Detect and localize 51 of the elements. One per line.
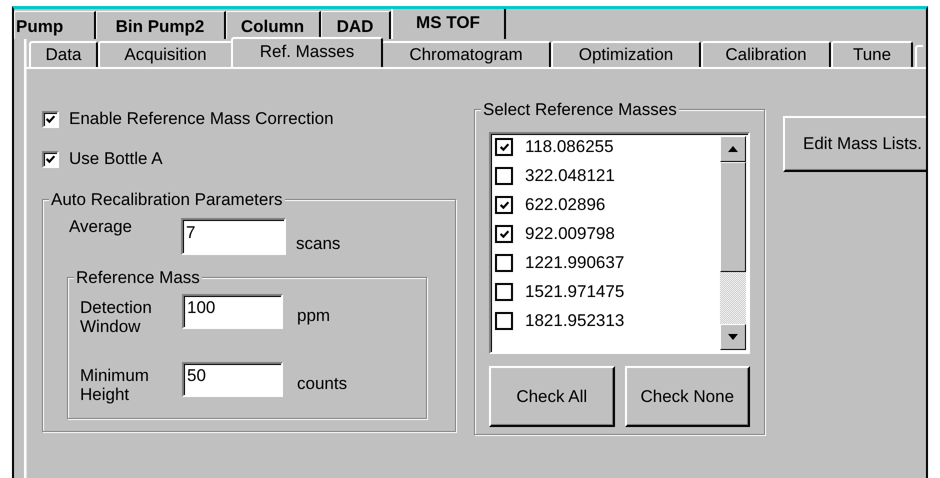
unit-label: ppm — [297, 306, 330, 326]
checkbox[interactable] — [42, 110, 59, 128]
checkbox[interactable] — [495, 283, 513, 301]
mass-list[interactable]: 118.086255 322.048121 622.02896 922.009798 1221.990637 1521.971475 1821.952313 — [489, 132, 750, 354]
checkbox[interactable] — [42, 150, 59, 168]
checkmark-icon — [498, 200, 510, 210]
scroll-up-icon[interactable] — [720, 136, 746, 162]
input-field[interactable]: 7 — [181, 218, 286, 255]
input-field[interactable]: 50 — [182, 362, 283, 397]
scrollbar-thumb[interactable] — [720, 162, 746, 272]
input-field[interactable]: 100 — [182, 294, 283, 329]
checkbox[interactable] — [495, 312, 513, 330]
tab[interactable]: Optimization — [551, 41, 701, 67]
unit-label: scans — [296, 234, 340, 254]
checkbox-label: Enable Reference Mass Correction — [69, 109, 334, 129]
checkbox[interactable] — [495, 225, 513, 243]
edit-mass-lists-button[interactable]: Edit Mass Lists. — [783, 116, 926, 172]
tab[interactable]: Ref. Masses — [231, 37, 383, 67]
mass-value: 322.048121 — [525, 166, 615, 186]
checkmark-icon — [45, 114, 56, 124]
checkbox[interactable] — [495, 254, 513, 272]
tab[interactable]: MS TOF — [391, 9, 506, 39]
mass-value: 1521.971475 — [525, 282, 624, 302]
tab[interactable]: Acquisition — [98, 41, 233, 67]
tab[interactable]: Pump — [14, 11, 96, 39]
check-button[interactable]: Check All — [489, 366, 614, 427]
check-button[interactable]: Check None — [624, 366, 750, 427]
checkbox-label: Use Bottle A — [69, 149, 163, 169]
mass-value: 922.009798 — [525, 224, 615, 244]
mass-value: 1821.952313 — [525, 311, 624, 331]
mass-value: 1221.990637 — [525, 253, 624, 273]
tab[interactable]: Chromatogram — [381, 41, 551, 67]
tab[interactable]: Bin Pump2 — [96, 11, 226, 39]
tab[interactable]: DAD — [321, 11, 391, 39]
checkbox[interactable] — [495, 196, 513, 214]
field-label: Minimum Height — [80, 365, 150, 404]
checkmark-icon — [45, 154, 56, 164]
unit-label: counts — [297, 374, 348, 394]
mass-value: 118.086255 — [525, 137, 614, 157]
tab[interactable]: Data — [29, 41, 98, 67]
checkmark-icon — [498, 228, 510, 240]
field-label: Detection Window — [80, 297, 153, 336]
tab[interactable]: Column — [226, 11, 321, 39]
tab[interactable]: Tune — [831, 41, 913, 67]
checkbox[interactable] — [495, 138, 513, 156]
mass-value: 622.02896 — [525, 195, 606, 215]
tab[interactable]: Calibration — [701, 41, 831, 67]
field-label: Average — [68, 217, 134, 237]
checkmark-icon — [498, 142, 510, 152]
checkbox[interactable] — [495, 167, 513, 185]
scroll-down-icon[interactable] — [720, 324, 746, 350]
